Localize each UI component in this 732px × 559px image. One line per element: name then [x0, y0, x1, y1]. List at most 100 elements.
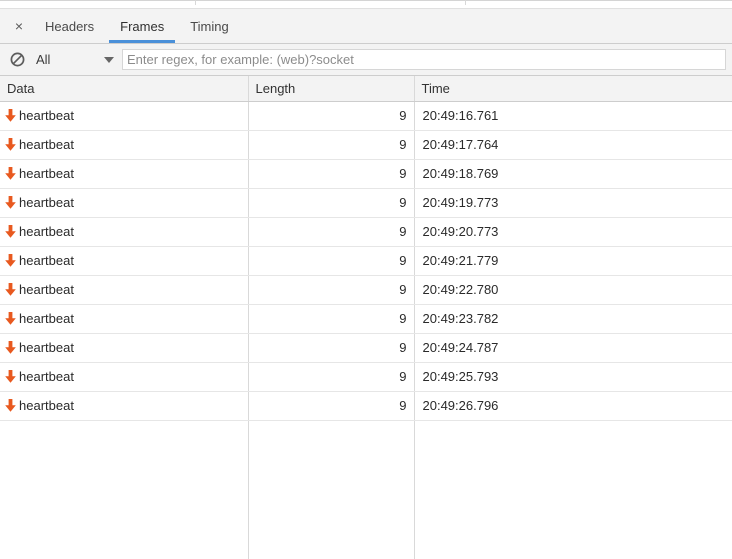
cell-length: 9	[248, 246, 414, 275]
tab-frames[interactable]: Frames	[107, 9, 177, 43]
cell-time: 20:49:23.782	[414, 304, 732, 333]
table-row[interactable]: heartbeat 920:49:23.782	[0, 304, 732, 333]
cell-data: heartbeat	[0, 333, 248, 362]
cell-data-inner: heartbeat	[4, 282, 241, 297]
frame-data-text: heartbeat	[19, 166, 74, 181]
table-row[interactable]: heartbeat 920:49:20.773	[0, 217, 732, 246]
cell-data: heartbeat	[0, 391, 248, 420]
frame-data-text: heartbeat	[19, 137, 74, 152]
cell-time: 20:49:17.764	[414, 130, 732, 159]
frame-type-filter-value: All	[36, 52, 104, 67]
cell-time: 20:49:26.796	[414, 391, 732, 420]
sliver-top-rule	[0, 0, 732, 1]
column-header-data[interactable]: Data	[0, 76, 248, 101]
cell-length: 9	[248, 188, 414, 217]
cell-time: 20:49:24.787	[414, 333, 732, 362]
frames-table-body: heartbeat920:49:16.761heartbeat920:49:17…	[0, 101, 732, 420]
cell-time: 20:49:21.779	[414, 246, 732, 275]
arrow-down-icon	[4, 224, 17, 239]
cell-data-inner: heartbeat	[4, 195, 241, 210]
cell-time: 20:49:16.761	[414, 101, 732, 130]
cell-time: 20:49:20.773	[414, 217, 732, 246]
cell-length: 9	[248, 333, 414, 362]
cell-data: heartbeat	[0, 130, 248, 159]
frame-data-text: heartbeat	[19, 311, 74, 326]
cell-data: heartbeat	[0, 362, 248, 391]
cell-time: 20:49:18.769	[414, 159, 732, 188]
cell-data-inner: heartbeat	[4, 311, 241, 326]
arrow-down-icon	[4, 253, 17, 268]
cell-data: heartbeat	[0, 275, 248, 304]
cell-time: 20:49:19.773	[414, 188, 732, 217]
frames-regex-input[interactable]	[122, 49, 726, 70]
frames-table: Data Length Time heartbeat920:49:16.761h…	[0, 76, 732, 421]
cell-time: 20:49:22.780	[414, 275, 732, 304]
table-row[interactable]: heartbeat 920:49:24.787	[0, 333, 732, 362]
arrow-down-icon	[4, 398, 17, 413]
frame-data-text: heartbeat	[19, 282, 74, 297]
arrow-down-icon	[4, 137, 17, 152]
close-glyph: ×	[15, 19, 23, 33]
table-row[interactable]: heartbeat 920:49:17.764	[0, 130, 732, 159]
frame-data-text: heartbeat	[19, 398, 74, 413]
table-row[interactable]: heartbeat 920:49:21.779	[0, 246, 732, 275]
detail-tabbar: × Headers Frames Timing	[0, 9, 732, 44]
table-row[interactable]: heartbeat 920:49:22.780	[0, 275, 732, 304]
arrow-down-icon	[4, 311, 17, 326]
frame-data-text: heartbeat	[19, 253, 74, 268]
cell-length: 9	[248, 101, 414, 130]
cell-length: 9	[248, 275, 414, 304]
cell-data-inner: heartbeat	[4, 253, 241, 268]
cell-data-inner: heartbeat	[4, 137, 241, 152]
column-header-length[interactable]: Length	[248, 76, 414, 101]
cell-data: heartbeat	[0, 304, 248, 333]
arrow-down-icon	[4, 166, 17, 181]
arrow-down-icon	[4, 195, 17, 210]
cell-data-inner: heartbeat	[4, 340, 241, 355]
close-icon[interactable]: ×	[6, 13, 32, 39]
table-row[interactable]: heartbeat 920:49:26.796	[0, 391, 732, 420]
cell-length: 9	[248, 362, 414, 391]
cell-data-inner: heartbeat	[4, 398, 241, 413]
table-row[interactable]: heartbeat 920:49:16.761	[0, 101, 732, 130]
arrow-down-icon	[4, 369, 17, 384]
sliver-column-divider	[465, 0, 466, 5]
websocket-frames-panel: × Headers Frames Timing All	[0, 0, 732, 559]
chevron-down-icon	[104, 57, 114, 63]
cell-data-inner: heartbeat	[4, 224, 241, 239]
cell-length: 9	[248, 304, 414, 333]
cell-data: heartbeat	[0, 188, 248, 217]
table-row[interactable]: heartbeat 920:49:19.773	[0, 188, 732, 217]
table-row[interactable]: heartbeat 920:49:25.793	[0, 362, 732, 391]
clear-filter-icon[interactable]	[6, 49, 28, 71]
frames-filter-toolbar: All	[0, 44, 732, 76]
frame-type-filter[interactable]: All	[30, 49, 120, 71]
tab-headers-label: Headers	[45, 19, 94, 34]
frame-data-text: heartbeat	[19, 369, 74, 384]
tab-frames-label: Frames	[120, 19, 164, 34]
frame-data-text: heartbeat	[19, 340, 74, 355]
arrow-down-icon	[4, 340, 17, 355]
cell-length: 9	[248, 391, 414, 420]
table-header-row: Data Length Time	[0, 76, 732, 101]
frames-grid: Data Length Time heartbeat920:49:16.761h…	[0, 76, 732, 559]
tab-timing[interactable]: Timing	[177, 9, 242, 43]
arrow-down-icon	[4, 108, 17, 123]
arrow-down-icon	[4, 282, 17, 297]
cell-data-inner: heartbeat	[4, 108, 241, 123]
cell-length: 9	[248, 130, 414, 159]
table-row[interactable]: heartbeat 920:49:18.769	[0, 159, 732, 188]
sliver-column-divider	[195, 0, 196, 5]
cell-data-inner: heartbeat	[4, 369, 241, 384]
cell-data: heartbeat	[0, 246, 248, 275]
cell-data: heartbeat	[0, 159, 248, 188]
cell-time: 20:49:25.793	[414, 362, 732, 391]
tab-timing-label: Timing	[190, 19, 229, 34]
tab-headers[interactable]: Headers	[32, 9, 107, 43]
cell-data: heartbeat	[0, 101, 248, 130]
cell-length: 9	[248, 217, 414, 246]
frame-data-text: heartbeat	[19, 195, 74, 210]
column-header-time[interactable]: Time	[414, 76, 732, 101]
cell-length: 9	[248, 159, 414, 188]
frame-data-text: heartbeat	[19, 224, 74, 239]
